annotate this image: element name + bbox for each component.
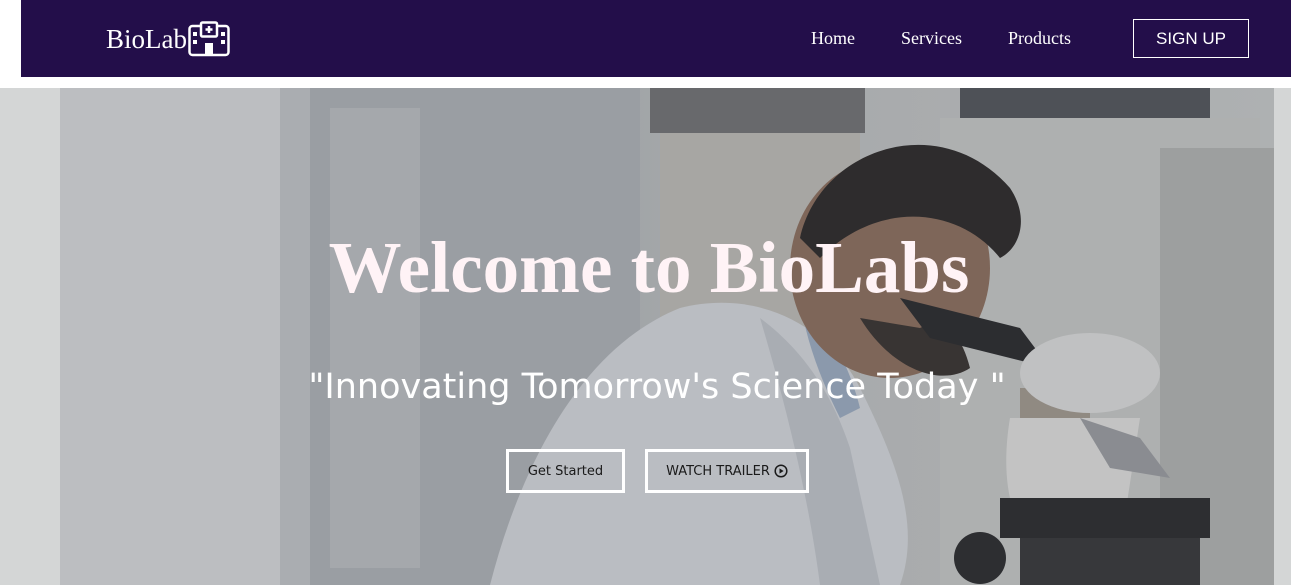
hero-title-text: Welcome to BioLabs <box>328 227 970 308</box>
nav-link-home[interactable]: Home <box>811 27 901 49</box>
hospital-icon <box>188 21 230 57</box>
hero-background-image <box>60 88 1274 585</box>
play-circle-icon <box>774 464 788 478</box>
hero-section: Welcome to BioLabs "Innovating Tomorrow'… <box>60 88 1274 585</box>
brand-text: BioLab <box>106 23 187 54</box>
get-started-label: Get Started <box>527 463 604 479</box>
hero-title: Welcome to BioLabs <box>60 228 1274 308</box>
hero-tagline: "Innovating Tomorrow's Science Today " <box>60 366 1274 408</box>
brand-logo[interactable]: BioLab <box>106 20 230 58</box>
watch-trailer-button[interactable]: WATCH TRAILER <box>645 449 809 493</box>
hero-tagline-text: "Innovating Tomorrow's Science Today " <box>308 367 1006 407</box>
nav-link-services[interactable]: Services <box>901 27 1008 49</box>
signup-button[interactable]: SIGN UP <box>1133 19 1249 58</box>
get-started-button[interactable]: Get Started <box>506 449 625 493</box>
nav-link-products[interactable]: Products <box>1008 27 1098 49</box>
navbar: BioLab Home Services Products SIGN UP <box>21 0 1291 77</box>
nav-links: Home Services Products <box>811 27 1098 49</box>
watch-trailer-label: WATCH TRAILER <box>666 463 770 479</box>
